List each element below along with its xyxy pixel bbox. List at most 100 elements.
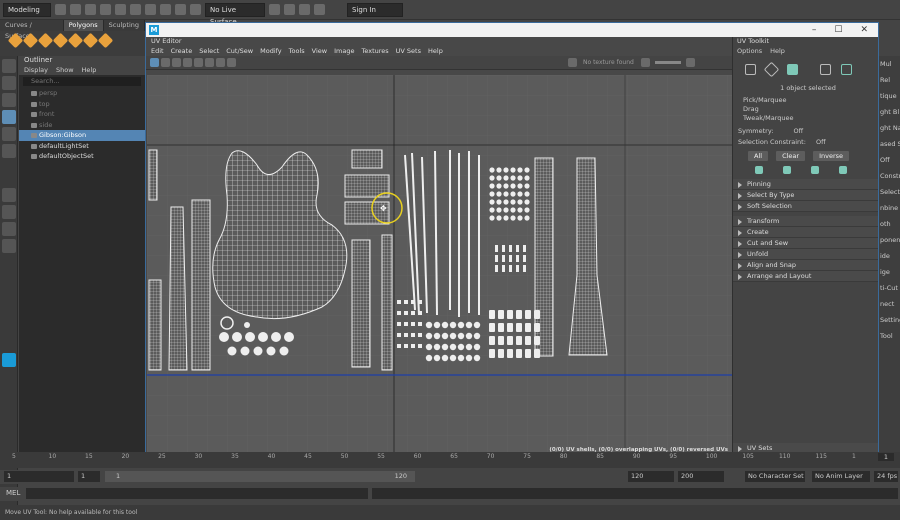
paint-select-icon[interactable] <box>2 93 16 107</box>
snap-point-icon[interactable] <box>175 4 186 15</box>
render-icon[interactable] <box>269 4 280 15</box>
attribute-strip-item[interactable]: oth <box>879 216 900 232</box>
shrink-selection-icon[interactable] <box>783 166 791 174</box>
attribute-strip-item[interactable]: ige <box>879 264 900 280</box>
uv-dim-icon[interactable] <box>216 58 225 67</box>
outliner-item-front[interactable]: front <box>19 109 145 120</box>
attribute-strip-item[interactable]: Off <box>879 152 900 168</box>
scale-tool-icon[interactable] <box>2 144 16 158</box>
uv-shell-icon[interactable] <box>161 58 170 67</box>
poly-cone-icon[interactable] <box>52 32 69 49</box>
hypershade-icon[interactable] <box>314 4 325 15</box>
poly-disc-icon[interactable] <box>97 32 114 49</box>
texture-field[interactable]: No texture found <box>579 59 639 66</box>
attribute-strip-item[interactable]: Tool <box>879 328 900 344</box>
sign-in-button[interactable]: Sign In <box>347 2 403 17</box>
attribute-strip-item[interactable]: Mul <box>879 56 900 72</box>
uv-menu-image[interactable]: Image <box>334 46 354 56</box>
folder-icon[interactable] <box>55 4 66 15</box>
outliner-menu-help[interactable]: Help <box>82 65 97 75</box>
symmetry-dropdown[interactable]: Off <box>794 127 804 135</box>
uv-menu-help[interactable]: Help <box>428 46 443 56</box>
poly-plane-icon[interactable] <box>82 32 99 49</box>
uv-menu-uv-sets[interactable]: UV Sets <box>396 46 421 56</box>
shelf-tab-curves[interactable]: Curves / Surfaces <box>0 20 64 40</box>
select-component-icon[interactable] <box>130 4 141 15</box>
shelf-tab-polygons[interactable]: Polygons <box>63 20 104 31</box>
section-unfold[interactable]: Unfold <box>733 249 878 260</box>
exposure-icon[interactable] <box>641 58 650 67</box>
uv-mode-icon[interactable] <box>745 64 756 75</box>
gamma-icon[interactable] <box>686 58 695 67</box>
layout-outliner-icon[interactable] <box>2 239 16 253</box>
uv-filter-icon[interactable] <box>205 58 214 67</box>
close-icon[interactable]: ✕ <box>860 25 868 35</box>
inverse-button[interactable]: Inverse <box>813 151 850 161</box>
snap-grid-icon[interactable] <box>145 4 156 15</box>
shell-border-icon[interactable] <box>839 166 847 174</box>
section-cut-and-sew[interactable]: Cut and Sew <box>733 238 878 249</box>
poly-cylinder-icon[interactable] <box>37 32 54 49</box>
attribute-strip-item[interactable]: Constr <box>879 168 900 184</box>
tool-pick-marquee[interactable]: Pick/Marquee <box>733 96 878 105</box>
clear-button[interactable]: Clear <box>776 151 806 161</box>
border-selection-icon[interactable] <box>811 166 819 174</box>
uv-menu-create[interactable]: Create <box>171 46 193 56</box>
toolkit-menu-options[interactable]: Options <box>737 46 762 56</box>
render-settings-icon[interactable] <box>299 4 310 15</box>
attribute-strip-item[interactable]: ased Sel <box>879 136 900 152</box>
section-align-and-snap[interactable]: Align and Snap <box>733 260 878 271</box>
face-mode-icon[interactable] <box>841 64 852 75</box>
live-surface-field[interactable]: No Live Surface <box>205 2 265 26</box>
range-slider[interactable]: 1 120 <box>105 471 415 482</box>
tool-tweak-marquee[interactable]: Tweak/Marquee <box>733 114 878 123</box>
outliner-item-persp[interactable]: persp <box>19 88 145 99</box>
shelf-tab-sculpting[interactable]: Sculpting <box>103 20 145 31</box>
outliner-item-top[interactable]: top <box>19 99 145 110</box>
grow-selection-icon[interactable] <box>755 166 763 174</box>
ipr-render-icon[interactable] <box>284 4 295 15</box>
outliner-item-side[interactable]: side <box>19 120 145 131</box>
uv-texture-icon[interactable] <box>183 58 192 67</box>
rotate-tool-icon[interactable] <box>2 127 16 141</box>
attribute-strip-item[interactable]: ti-Cut <box>879 280 900 296</box>
select-tool-icon[interactable] <box>2 59 16 73</box>
layout-four-icon[interactable] <box>2 205 16 219</box>
attribute-strip-item[interactable]: nect <box>879 296 900 312</box>
section-create[interactable]: Create <box>733 227 878 238</box>
attribute-strip-item[interactable]: ide <box>879 248 900 264</box>
attribute-strip-item[interactable]: nbine <box>879 200 900 216</box>
outliner-search-input[interactable]: Search... <box>23 77 141 86</box>
uv-menu-textures[interactable]: Textures <box>361 46 388 56</box>
constraint-dropdown[interactable]: Off <box>816 138 826 146</box>
section-soft-selection[interactable]: Soft Selection <box>733 201 878 212</box>
anim-layer-dropdown[interactable]: No Anim Layer <box>812 471 870 482</box>
outliner-menu-display[interactable]: Display <box>24 65 48 75</box>
edge-mode-icon[interactable] <box>820 64 831 75</box>
current-frame-field[interactable]: 1 <box>877 453 894 461</box>
outliner-item-gibson[interactable]: Gibson:Gibson <box>19 130 145 141</box>
uv-checker-icon[interactable] <box>194 58 203 67</box>
uv-menu-select[interactable]: Select <box>199 46 219 56</box>
section-pinning[interactable]: Pinning <box>733 179 878 190</box>
attribute-strip-item[interactable]: ponent <box>879 232 900 248</box>
time-slider[interactable]: 5 10 15 20 25 30 35 40 45 50 55 60 65 70 75 80 85 90 95 100… <box>0 452 900 468</box>
snap-curve-icon[interactable] <box>160 4 171 15</box>
mode-selector[interactable]: Modeling <box>3 2 51 17</box>
snap-view-icon[interactable] <box>190 4 201 15</box>
uv-menu-modify[interactable]: Modify <box>260 46 282 56</box>
attribute-strip-item[interactable]: ght Na <box>879 120 900 136</box>
move-tool-icon[interactable] <box>2 110 16 124</box>
end-frame-field[interactable]: 120 <box>628 471 674 482</box>
layout-single-icon[interactable] <box>2 188 16 202</box>
attribute-strip-item[interactable]: Selectio <box>879 184 900 200</box>
attribute-strip-item[interactable]: Setting <box>879 312 900 328</box>
minimize-icon[interactable]: – <box>812 25 817 35</box>
tool-drag[interactable]: Drag <box>733 105 878 114</box>
attribute-strip-item[interactable]: ght Bl <box>879 104 900 120</box>
maximize-icon[interactable]: ☐ <box>834 25 842 35</box>
section-arrange-and-layout[interactable]: Arrange and Layout <box>733 271 878 282</box>
uv-select-icon[interactable] <box>150 58 159 67</box>
undo-icon[interactable] <box>85 4 96 15</box>
section-transform[interactable]: Transform <box>733 216 878 227</box>
